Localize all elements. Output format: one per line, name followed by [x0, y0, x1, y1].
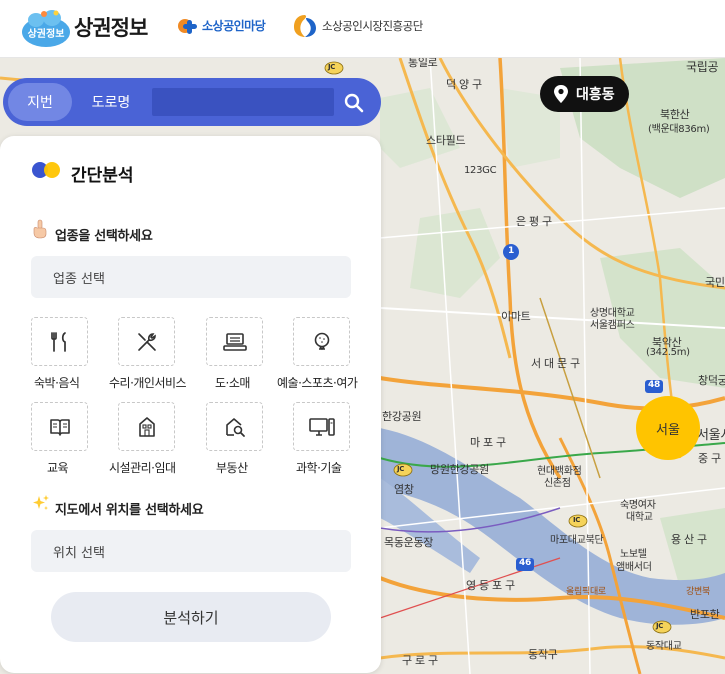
industry-section-label: 업종을 선택하세요	[55, 229, 153, 244]
category-label: 수리·개인서비스	[109, 376, 187, 390]
map-label-yongsan: 용 산 구	[671, 533, 707, 546]
map-label-dongjak: 동작구	[528, 648, 558, 661]
sparkles-icon	[33, 495, 49, 510]
category-label: 과학·기술	[296, 461, 342, 475]
map-label-tongil: 통일로	[408, 58, 438, 69]
map-label-gukrip: 국립공	[686, 60, 719, 74]
route-1-badge: 1	[508, 246, 514, 256]
category-facility-management-rental[interactable]: 시설관리·임대	[109, 402, 206, 476]
map-label-baegundae: (백운대836m)	[648, 124, 710, 135]
category-science-technology[interactable]: 과학·기술	[293, 402, 381, 476]
address-search-input[interactable]	[152, 88, 334, 116]
map-label-gukmin: 국민	[705, 276, 725, 289]
cash-register-icon	[222, 332, 247, 351]
category-icon-box	[118, 402, 175, 451]
category-icon-box	[206, 402, 263, 451]
map-label-novotel-2: 앰배서더	[616, 562, 652, 573]
map-label-starfield: 스타필드	[426, 134, 466, 147]
map-label-yeongdeungpo: 영 등 포 구	[466, 579, 515, 592]
industry-select[interactable]: 업종 선택	[31, 256, 351, 298]
category-icon-box	[293, 402, 350, 451]
map-label-eunpyeong: 은 평 구	[516, 215, 552, 228]
search-icon[interactable]	[343, 92, 365, 114]
map-label-gangbyeon: 강변북	[686, 587, 710, 597]
jc-badge: JC	[656, 622, 664, 630]
category-icon-box	[31, 402, 88, 451]
address-search-bar: 지번 도로명	[3, 78, 381, 126]
header: 상권정보 상권정보 소상공인마당 소상공인시장진흥공단	[0, 0, 725, 58]
category-real-estate[interactable]: 부동산	[206, 402, 294, 476]
category-label: 부동산	[216, 461, 248, 475]
category-icon-box	[118, 317, 175, 366]
map-label-seoulcity: 서울시청	[697, 428, 725, 443]
svg-text:상권정보: 상권정보	[28, 27, 65, 40]
analyze-button[interactable]: 분석하기	[51, 592, 331, 642]
category-arts-sports-leisure[interactable]: 예술·스포츠·여가	[277, 317, 381, 391]
tab-road-name[interactable]: 도로명	[78, 83, 144, 121]
semas-logo-icon[interactable]	[292, 13, 318, 39]
category-icon-box	[206, 317, 263, 366]
map-label-guro: 구 로 구	[402, 654, 438, 667]
pointing-hand-icon	[33, 219, 47, 239]
map-label-mapo: 마 포 구	[470, 436, 506, 449]
map-label-emart: 이마트	[501, 310, 531, 323]
category-icon-box	[293, 317, 350, 366]
category-label: 교육	[47, 461, 69, 475]
tools-icon	[137, 332, 156, 351]
map-label-olympic: 올림픽대로	[566, 587, 606, 597]
ic-badge: IC	[573, 516, 581, 524]
tab-jibun[interactable]: 지번	[8, 83, 72, 121]
region-cluster-seoul[interactable]: 서울	[636, 396, 700, 460]
map-label-mapo-bridge-north: 마포대교북단	[550, 535, 604, 546]
map-label-mangwon: 망원한강공원	[430, 463, 489, 476]
route-48-badge: 48	[648, 380, 660, 390]
map-label-changdeok: 창덕궁	[698, 374, 725, 387]
overlap-circles-icon	[32, 162, 60, 178]
map-label-deokyang: 덕 양 구	[446, 78, 482, 91]
current-location-label: 대흥동	[576, 87, 615, 103]
map-label-sangmyung-2: 서울캠퍼스	[590, 320, 635, 331]
map-label-seodaemun: 서 대 문 구	[531, 357, 580, 370]
sanggwon-logo-icon[interactable]: 상권정보	[20, 8, 72, 48]
category-label: 도·소매	[215, 376, 250, 390]
map-label-sookmyung-2: 대학교	[626, 512, 653, 523]
category-label: 숙박·음식	[34, 376, 80, 390]
map-label-hyundai-2: 신촌점	[544, 478, 571, 489]
location-section-label: 지도에서 위치를 선택하세요	[55, 503, 204, 518]
quick-analysis-panel: 간단분석 업종을 선택하세요 업종 선택 숙박·음식 수리·개인서비스 도·소매…	[0, 136, 381, 673]
category-accommodation-food[interactable]: 숙박·음식	[31, 317, 119, 391]
computer-icon	[308, 417, 335, 436]
route-46-badge: 46	[519, 558, 531, 568]
map-label-junggu: 중 구	[698, 452, 721, 465]
map-label-dongjak-bridge: 동작대교	[646, 641, 682, 652]
map-label-bugak-2: (342.5m)	[646, 347, 690, 358]
panel-title: 간단분석	[71, 166, 134, 186]
book-icon	[49, 418, 70, 436]
map-pin-icon	[554, 85, 568, 103]
category-label: 예술·스포츠·여가	[277, 376, 358, 390]
category-icon-box	[31, 317, 88, 366]
map-label-123gc: 123GC	[464, 165, 497, 176]
sbiz-logo-icon[interactable]	[176, 15, 198, 37]
category-repair-personal-service[interactable]: 수리·개인서비스	[109, 317, 206, 391]
map-label-hangang-park: 한강공원	[382, 410, 422, 423]
sbiz-logo-text[interactable]: 소상공인마당	[202, 17, 266, 34]
category-education[interactable]: 교육	[31, 402, 119, 476]
map-label-banpo: 반포한	[690, 608, 720, 621]
fork-knife-icon	[50, 331, 66, 352]
category-label: 시설관리·임대	[109, 461, 176, 475]
golf-icon	[314, 332, 329, 350]
location-select[interactable]: 위치 선택	[31, 530, 351, 572]
map-label-yeomchang: 염창	[394, 483, 414, 496]
building-icon	[138, 416, 155, 437]
current-location-pill[interactable]: 대흥동	[540, 76, 629, 112]
map-label-mokdong: 목동운동장	[384, 536, 434, 549]
house-search-icon	[225, 417, 245, 437]
jc-badge: JC	[397, 465, 405, 473]
semas-logo-text[interactable]: 소상공인시장진흥공단	[322, 18, 423, 34]
jc-badge: JC	[328, 63, 336, 71]
site-title[interactable]: 상권정보	[74, 12, 148, 42]
